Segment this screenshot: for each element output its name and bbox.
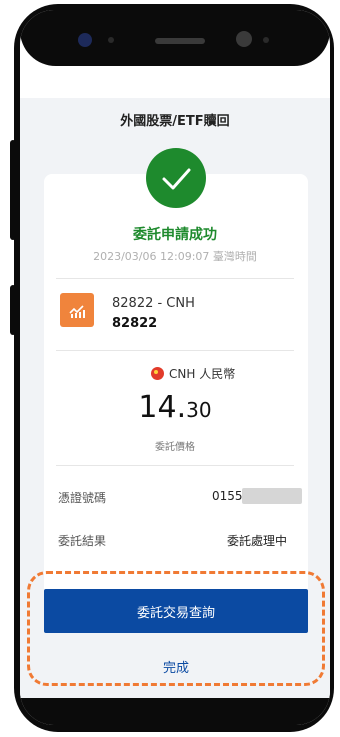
divider xyxy=(56,278,294,279)
divider xyxy=(56,350,294,351)
speaker-icon xyxy=(155,38,205,44)
done-button[interactable]: 完成 xyxy=(44,650,308,682)
stock-name: 82822 - CNH xyxy=(112,296,195,311)
phone-notch xyxy=(20,10,330,66)
order-query-button[interactable]: 委託交易查詢 xyxy=(44,589,308,633)
order-result-value: 委託處理中 xyxy=(227,534,288,548)
china-flag-icon xyxy=(151,367,164,380)
status-title: 委託申請成功 xyxy=(133,227,217,243)
camera-icon xyxy=(236,31,252,47)
masked-value xyxy=(242,488,302,504)
check-icon xyxy=(146,148,206,208)
order-result-label: 委託結果 xyxy=(58,534,107,548)
chart-icon xyxy=(60,293,94,327)
order-price: 14.30 xyxy=(20,390,330,425)
currency-label: CNH 人民幣 xyxy=(169,367,236,381)
sensor-icon xyxy=(263,37,269,43)
phone-side-button xyxy=(10,285,16,335)
phone-screen: 外國股票/ETF贖回 委託申請成功 2023/03/06 12:09:07 臺灣… xyxy=(20,10,330,725)
price-decimal: 30 xyxy=(186,398,212,422)
phone-bottom-bezel xyxy=(20,698,330,725)
camera-icon xyxy=(78,33,92,47)
timestamp: 2023/03/06 12:09:07 臺灣時間 xyxy=(93,250,257,263)
phone-side-button xyxy=(10,140,16,240)
price-integer: 14. xyxy=(138,390,187,425)
sensor-icon xyxy=(108,37,114,43)
certificate-number-label: 憑證號碼 xyxy=(58,491,107,505)
divider xyxy=(56,465,294,466)
stock-code: 82822 xyxy=(112,316,158,331)
certificate-number-value: 0155 xyxy=(212,489,243,503)
page-title: 外國股票/ETF贖回 xyxy=(120,114,230,129)
price-label: 委託價格 xyxy=(155,442,195,453)
